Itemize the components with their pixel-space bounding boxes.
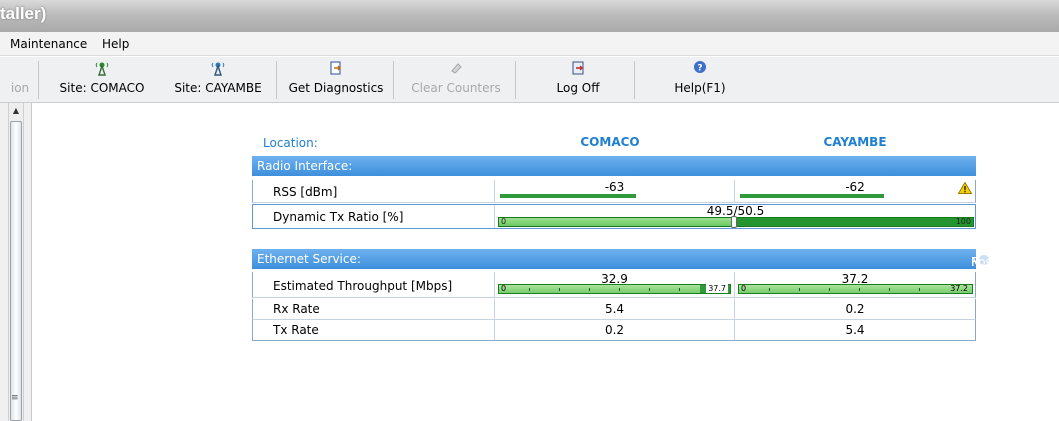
site-cayambe-button[interactable]: Site: CAYAMBE bbox=[166, 60, 270, 100]
toolbar-partial-label: ion bbox=[10, 81, 30, 95]
window-title: taller) bbox=[0, 4, 47, 23]
throughput-cell-cayambe: 37.2 0 37.2 bbox=[734, 272, 975, 297]
rx-rate-row: Rx Rate 5.4 0.2 bbox=[252, 299, 976, 320]
rss-row: RSS [dBm] -63 -62 bbox=[252, 180, 976, 203]
menu-bar: Maintenance Help bbox=[0, 32, 1059, 56]
dynamic-tx-label: Dynamic Tx Ratio [%] bbox=[273, 210, 404, 224]
get-diagnostics-label: Get Diagnostics bbox=[288, 81, 384, 95]
ethernet-service-header: Ethernet Service: Rx/Tx Rate Units: Mbps… bbox=[252, 249, 1059, 269]
rx-rate-cell-cayambe: 0.2 bbox=[734, 299, 975, 319]
rx-rate-label: Rx Rate bbox=[273, 302, 320, 316]
toolbar-separator bbox=[38, 61, 39, 99]
log-off-label: Log Off bbox=[556, 81, 600, 95]
site-comaco-button[interactable]: Site: COMACO bbox=[52, 60, 152, 100]
dynamic-tx-cell: 49.5/50.5 0 100 bbox=[494, 204, 976, 228]
clear-counters-button[interactable]: Clear Counters bbox=[404, 60, 508, 100]
dynamic-tx-fill bbox=[499, 218, 734, 226]
throughput-cell-comaco: 32.9 0 37.7 bbox=[494, 272, 734, 297]
throughput-label: Estimated Throughput [Mbps] bbox=[273, 279, 453, 293]
toolbar-separator bbox=[276, 61, 277, 99]
throughput-max-cayambe: 37.2 bbox=[950, 284, 968, 293]
warning-icon bbox=[958, 182, 972, 194]
antenna-icon bbox=[166, 60, 270, 78]
throughput-bar-cayambe: 0 37.2 bbox=[738, 284, 973, 294]
log-off-button[interactable]: Log Off bbox=[528, 60, 628, 100]
throughput-fill-cayambe bbox=[739, 285, 972, 293]
site-comaco-label: Site: COMACO bbox=[59, 81, 145, 95]
rss-cell-comaco: -63 bbox=[494, 180, 734, 203]
clear-counters-label: Clear Counters bbox=[411, 81, 501, 95]
rss-label: RSS [dBm] bbox=[273, 185, 338, 199]
toolbar-partial-button[interactable]: ion bbox=[6, 60, 34, 100]
radio-interface-title: Radio Interface: bbox=[257, 159, 353, 173]
site-header-cayambe: CAYAMBE bbox=[823, 135, 887, 149]
tx-rate-cell-cayambe: 5.4 bbox=[734, 320, 975, 340]
tx-rate-label: Tx Rate bbox=[273, 323, 319, 337]
site-header-comaco: COMACO bbox=[580, 135, 640, 149]
rx-rate-value-comaco: 5.4 bbox=[604, 302, 625, 316]
grip-icon: ≡ bbox=[11, 393, 19, 403]
menu-maintenance[interactable]: Maintenance bbox=[10, 37, 87, 51]
throughput-min-cayambe: 0 bbox=[741, 284, 747, 293]
tx-rate-value-comaco: 0.2 bbox=[604, 323, 625, 337]
dynamic-tx-min: 0 bbox=[501, 217, 507, 226]
dynamic-tx-bar: 0 100 bbox=[498, 216, 974, 228]
throughput-row: Estimated Throughput [Mbps] 32.9 0 37.7 … bbox=[252, 272, 976, 298]
help-label: Help(F1) bbox=[674, 81, 726, 95]
help-button[interactable]: ? Help(F1) bbox=[650, 60, 750, 100]
diagnostics-icon bbox=[284, 60, 388, 78]
dynamic-tx-max: 100 bbox=[955, 217, 971, 226]
toolbar: ion Site: COMACO Site: CAYAMBE Get Diagn… bbox=[0, 57, 1059, 103]
toolbar-separator bbox=[634, 61, 635, 99]
rss-value-comaco: -63 bbox=[604, 180, 625, 194]
dynamic-tx-row: Dynamic Tx Ratio [%] 49.5/50.5 0 100 bbox=[252, 204, 976, 229]
vertical-scrollbar[interactable]: ▲ ≡ bbox=[8, 103, 24, 421]
toolbar-separator bbox=[515, 61, 516, 99]
ethernet-service-title: Ethernet Service: bbox=[257, 252, 361, 266]
scroll-up-arrow-icon[interactable]: ▲ bbox=[9, 103, 23, 119]
units-fps-label[interactable]: Fps bbox=[971, 255, 992, 269]
antenna-icon bbox=[52, 60, 152, 78]
rss-value-cayambe: -62 bbox=[845, 180, 865, 194]
window-titlebar: taller) bbox=[0, 0, 1059, 32]
logoff-icon bbox=[528, 60, 628, 78]
rss-bar-cayambe bbox=[740, 194, 884, 198]
rx-rate-value-cayambe: 0.2 bbox=[845, 302, 865, 316]
rx-rate-cell-comaco: 5.4 bbox=[494, 299, 734, 319]
menu-help[interactable]: Help bbox=[102, 37, 129, 51]
throughput-min-comaco: 0 bbox=[501, 284, 507, 293]
tx-rate-row: Tx Rate 0.2 5.4 bbox=[252, 320, 976, 341]
help-icon: ? bbox=[650, 60, 750, 78]
throughput-max-comaco: 37.7 bbox=[706, 284, 728, 293]
toolbar-separator bbox=[393, 61, 394, 99]
tx-rate-cell-comaco: 0.2 bbox=[494, 320, 734, 340]
get-diagnostics-button[interactable]: Get Diagnostics bbox=[284, 60, 388, 100]
eraser-icon bbox=[404, 60, 508, 78]
rss-bar-comaco bbox=[500, 194, 636, 198]
tx-rate-value-cayambe: 5.4 bbox=[845, 323, 865, 337]
svg-text:?: ? bbox=[697, 64, 702, 74]
throughput-bar-comaco: 0 37.7 bbox=[498, 284, 731, 294]
scroll-thumb[interactable] bbox=[10, 121, 22, 421]
dynamic-tx-slider-knob[interactable] bbox=[730, 216, 737, 228]
rss-cell-cayambe: -62 bbox=[734, 180, 975, 203]
radio-interface-header: Radio Interface: bbox=[252, 156, 976, 176]
site-cayambe-label: Site: CAYAMBE bbox=[174, 81, 262, 95]
location-label: Location: bbox=[263, 136, 318, 150]
